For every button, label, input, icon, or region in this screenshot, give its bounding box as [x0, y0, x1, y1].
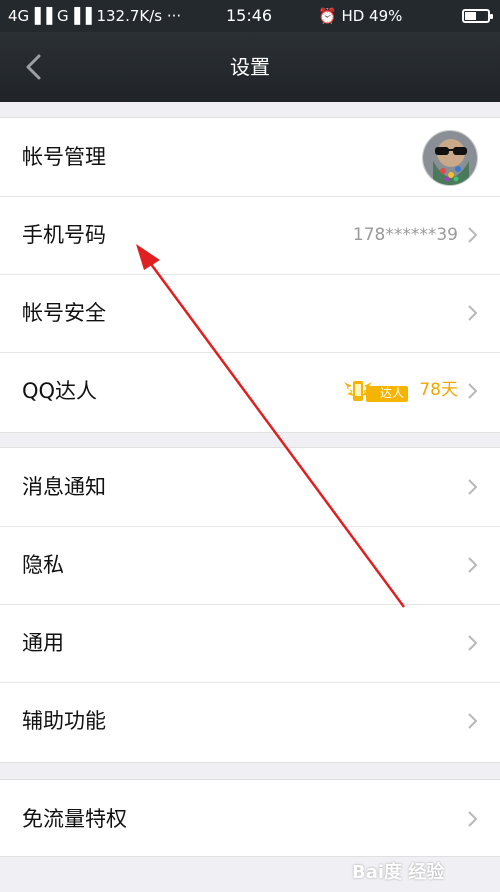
status-bar: 4G▐▐ G▐▐ 132.7K/s ··· 15:46 ⏰ HD 49%: [0, 0, 500, 32]
row-account-management[interactable]: 帐号管理: [0, 118, 500, 196]
row-account-security[interactable]: 帐号安全: [0, 274, 500, 352]
talent-badge-label: 达人: [380, 386, 405, 400]
row-label: QQ达人: [22, 379, 98, 403]
chevron-right-icon: [468, 383, 478, 399]
phone-number-value: 178******39: [352, 225, 458, 245]
baidu-watermark: Bai度 经验: [352, 862, 445, 883]
battery-icon: [462, 9, 493, 23]
row-phone-number[interactable]: 手机号码 178******39: [0, 196, 500, 274]
chevron-right-icon: [468, 479, 478, 495]
chevron-right-icon: [468, 635, 478, 651]
avatar-image: [423, 131, 477, 185]
row-label: 通用: [22, 631, 64, 655]
status-indicators: ⏰ HD 49%: [318, 7, 403, 25]
chevron-right-icon: [468, 227, 478, 243]
avatar[interactable]: [422, 130, 478, 186]
talent-badge: 达人: [342, 378, 410, 406]
row-accessibility[interactable]: 辅助功能: [0, 682, 500, 760]
battery-fill: [465, 12, 476, 20]
row-qq-talent[interactable]: QQ达人 达人 78天: [0, 352, 500, 430]
chevron-right-icon: [468, 557, 478, 573]
row-general[interactable]: 通用: [0, 604, 500, 682]
row-notifications[interactable]: 消息通知: [0, 448, 500, 526]
row-label: 手机号码: [22, 223, 106, 247]
row-free-data[interactable]: 免流量特权: [0, 780, 500, 858]
row-label: 消息通知: [22, 475, 106, 499]
row-label: 帐号安全: [22, 301, 106, 325]
page-title: 设置: [230, 55, 270, 79]
row-privacy[interactable]: 隐私: [0, 526, 500, 604]
talent-days: 78天: [419, 380, 458, 400]
nav-bar: 设置: [0, 32, 500, 102]
row-label: 辅助功能: [22, 709, 106, 733]
settings-group-data: 免流量特权: [0, 779, 500, 857]
status-time: 15:46: [226, 6, 273, 25]
settings-group-general: 消息通知 隐私 通用 辅助功能: [0, 447, 500, 763]
row-label: 隐私: [22, 553, 64, 577]
row-label: 免流量特权: [22, 807, 127, 831]
status-network: 4G▐▐ G▐▐ 132.7K/s ···: [8, 7, 182, 25]
chevron-right-icon: [468, 305, 478, 321]
chevron-right-icon: [468, 811, 478, 827]
settings-group-account: 帐号管理 手机号码 178******39 帐号安全 QQ达人 达人 78天: [0, 117, 500, 433]
row-label: 帐号管理: [22, 145, 106, 169]
chevron-right-icon: [468, 713, 478, 729]
